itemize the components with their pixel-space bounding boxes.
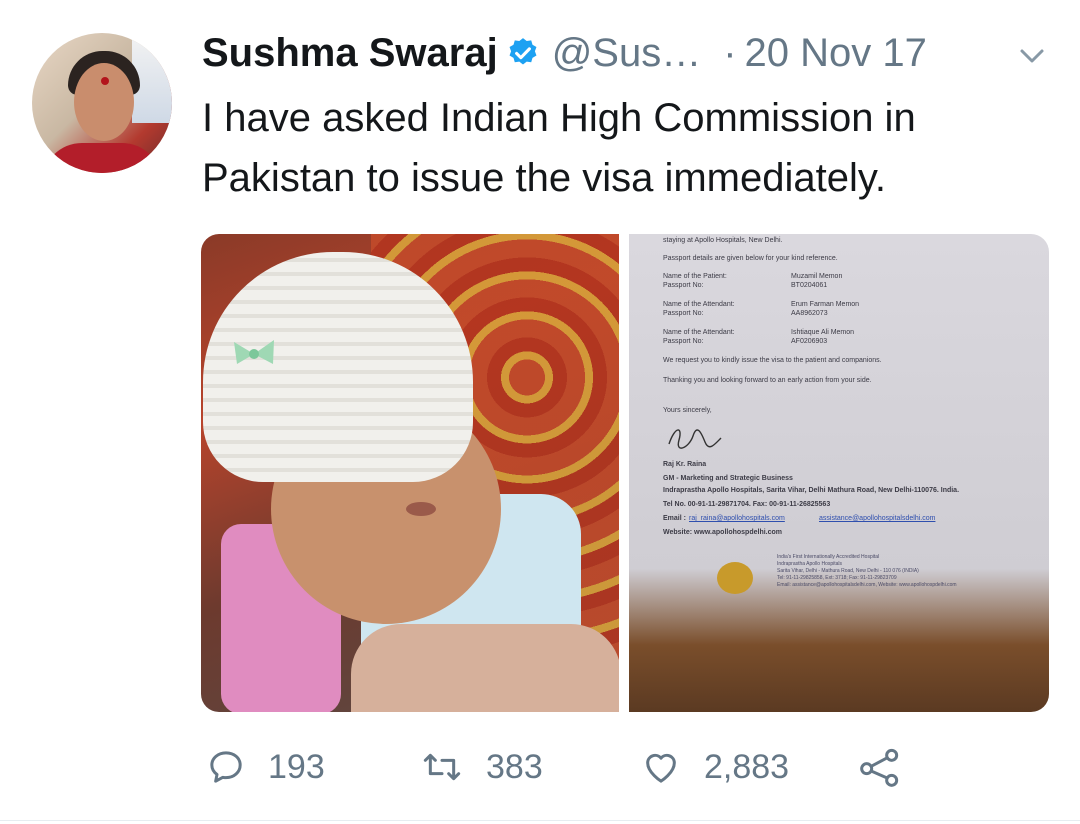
baby-mouth — [406, 502, 436, 516]
footer-line-4: Tel: 91-11-29825858, Ext: 3718; Fax: 91-… — [777, 575, 897, 581]
attendant-value-2: Ishtiaque Ali Memon — [791, 329, 855, 336]
avatar[interactable] — [32, 33, 172, 173]
retweet-count: 383 — [486, 747, 543, 786]
reply-icon — [210, 751, 242, 783]
passport-label-3: Passport No: — [663, 338, 704, 345]
author-handle[interactable]: @Sus… — [552, 31, 702, 76]
attendant-value-1: Erum Farman Memon — [791, 301, 860, 308]
tweet-divider — [0, 820, 1080, 821]
email-link-1: raj_raina@apollohospitals.com — [689, 515, 785, 522]
tweet[interactable]: Sushma Swaraj @Sus… · 20 Nov 17 I have a… — [0, 0, 1080, 824]
footer-line-1: India's First Internationally Accredited… — [777, 554, 880, 560]
letter-intro: Passport details are given below for you… — [663, 255, 838, 262]
signer-tel: Tel No. 00-91-11-29871704. Fax: 00-91-11… — [663, 501, 831, 508]
avatar-face — [74, 63, 134, 141]
footer-line-2: Indraprastha Apollo Hospitals — [777, 561, 843, 567]
attendant-label-1: Name of the Attendant: — [663, 301, 735, 308]
signature-icon — [668, 429, 722, 449]
footer-line-5: Email: assistance@apollohospitalsdelhi.c… — [777, 582, 957, 588]
email-label: Email : — [663, 515, 686, 522]
signer-address: Indraprastha Apollo Hospitals, Sarita Vi… — [663, 487, 960, 494]
media-image-letter[interactable]: staying at Apollo Hospitals, New Delhi. … — [629, 234, 1049, 712]
footer-line-3: Sarita Vihar, Delhi - Mathura Road, New … — [777, 568, 919, 574]
passport-label-1: Passport No: — [663, 282, 704, 289]
letter-line-top: staying at Apollo Hospitals, New Delhi. — [663, 237, 783, 244]
media-image-baby[interactable] — [201, 234, 619, 712]
reply-count: 193 — [268, 747, 325, 786]
avatar-bindi — [101, 77, 109, 85]
tweet-actions: 193 383 2,883 — [0, 744, 1080, 794]
like-button[interactable]: 2,883 — [640, 744, 789, 790]
hospital-seal-icon — [717, 562, 753, 594]
share-icon — [860, 748, 899, 787]
passport-value-1: BT0204061 — [791, 282, 828, 289]
email-link-2: assistance@apollohospitalsdelhi.com — [819, 515, 936, 522]
patient-value: Muzamil Memon — [791, 273, 843, 280]
adult-hand — [351, 624, 619, 712]
signer-website: Website: www.apollohospdelhi.com — [663, 529, 783, 536]
signer-name: Raj Kr. Raina — [663, 461, 707, 468]
separator-dot: · — [723, 30, 737, 75]
letter-request: We request you to kindly issue the visa … — [663, 357, 882, 364]
author-name[interactable]: Sushma Swaraj — [202, 31, 498, 76]
like-count: 2,883 — [704, 747, 790, 786]
passport-value-3: AF0206903 — [791, 338, 828, 345]
tweet-text: I have asked Indian High Commission in P… — [202, 96, 916, 200]
retweet-icon — [423, 753, 461, 781]
passport-value-2: AA8962073 — [791, 310, 828, 317]
letter-thanks: Thanking you and looking forward to an e… — [663, 377, 872, 384]
letter-document: staying at Apollo Hospitals, New Delhi. … — [629, 234, 1049, 664]
patient-label: Name of the Patient: — [663, 273, 727, 280]
passport-label-2: Passport No: — [663, 310, 704, 317]
attendant-label-2: Name of the Attendant: — [663, 329, 735, 336]
bow-icon — [234, 340, 274, 364]
tweet-date[interactable]: 20 Nov 17 — [745, 31, 927, 76]
letter-footer: India's First Internationally Accredited… — [777, 554, 957, 589]
retweet-button[interactable]: 383 — [420, 744, 543, 790]
verified-badge-icon — [506, 36, 540, 70]
like-icon — [646, 753, 676, 783]
share-button[interactable] — [858, 744, 902, 790]
reply-button[interactable]: 193 — [206, 744, 325, 790]
chevron-down-icon[interactable] — [1016, 44, 1048, 68]
avatar-saree — [42, 143, 162, 173]
signer-title: GM - Marketing and Strategic Business — [663, 475, 793, 482]
tweet-header: Sushma Swaraj @Sus… · 20 Nov 17 — [202, 28, 927, 78]
letter-closing: Yours sincerely, — [663, 407, 712, 414]
